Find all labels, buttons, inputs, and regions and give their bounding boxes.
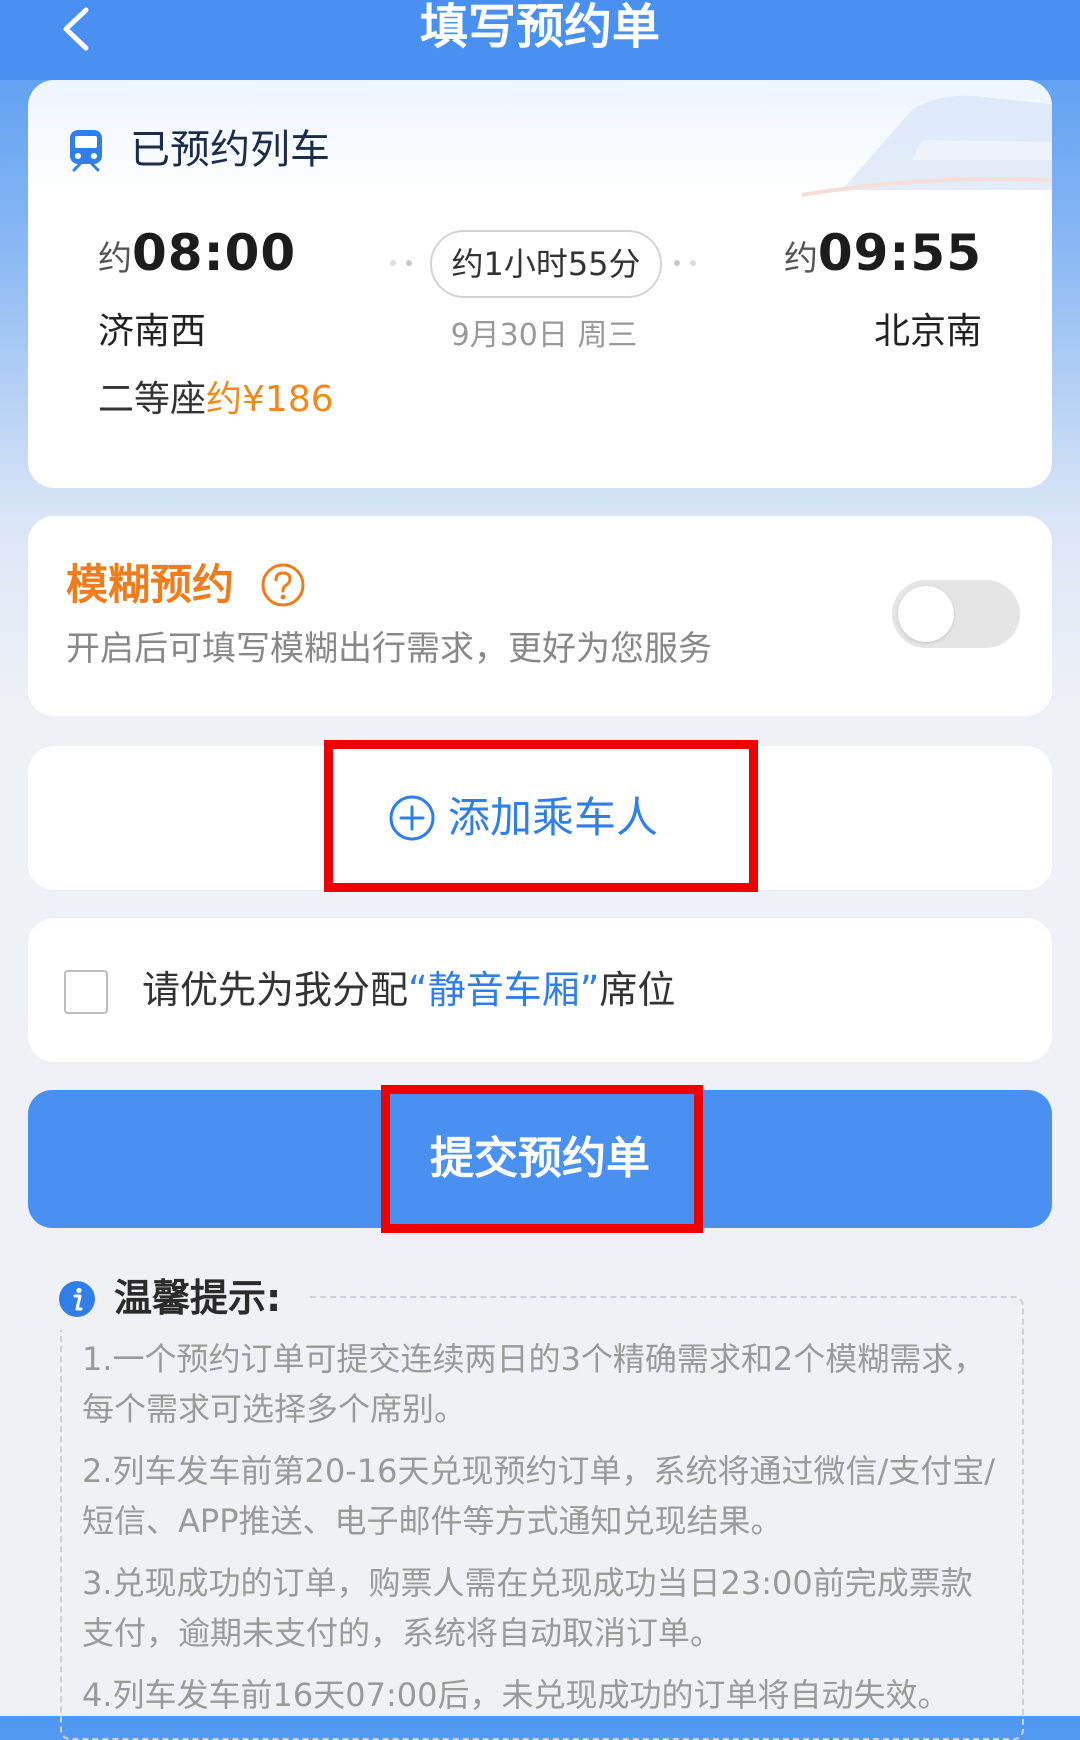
plus-circle-icon [389, 795, 435, 841]
fuzzy-booking-title: 模糊预约 [66, 560, 235, 609]
page-title: 填写预约单 [419, 0, 660, 55]
travel-date: 9月30日 周三 [450, 318, 638, 353]
add-passenger-button[interactable]: 添加乘车人 [388, 774, 708, 862]
booked-train-label: 已预约列车 [130, 127, 330, 173]
tip-item: 2.列车发车前第20-16天兑现预约订单，系统将通过微信/支付宝/短信、APP推… [82, 1452, 996, 1540]
quiet-car-label: 请优先为我分配“静音车厢”席位 [142, 968, 676, 1012]
quiet-car-card: 请优先为我分配“静音车厢”席位 [28, 918, 1052, 1062]
tip-item: 1.一个预约订单可提交连续两日的3个精确需求和2个模糊需求，每个需求可选择多个席… [82, 1340, 986, 1428]
duration-badge: 约1小时55分 [430, 230, 662, 298]
fuzzy-booking-description: 开启后可填写模糊出行需求，更好为您服务 [66, 629, 712, 669]
quiet-car-checkbox[interactable] [64, 970, 108, 1014]
question-circle-icon[interactable] [260, 562, 306, 608]
route-dots-right [668, 260, 708, 268]
tip-item: 4.列车发车前16天07:00后，未兑现成功的订单将自动失效。 [82, 1676, 950, 1714]
add-passenger-label: 添加乘车人 [448, 793, 659, 842]
submit-booking-button[interactable]: 提交预约单 [28, 1090, 1052, 1228]
submit-booking-label: 提交预约单 [430, 1133, 650, 1184]
route-dots-left [386, 260, 426, 268]
seat-price: 二等座约¥186 [98, 370, 334, 422]
tips-list: 1.一个预约订单可提交连续两日的3个精确需求和2个模糊需求，每个需求可选择多个席… [82, 1334, 1002, 1732]
departure-station: 济南西 [98, 311, 207, 352]
tip-item: 3.兑现成功的订单，购票人需在兑现成功当日23:00前完成票款支付，逾期未支付的… [82, 1564, 973, 1652]
fuzzy-booking-card: 模糊预约 开启后可填写模糊出行需求，更好为您服务 [28, 516, 1052, 716]
arrival-station: 北京南 [873, 311, 982, 352]
ticket-price: 约¥186 [206, 379, 334, 420]
tips-title: 温馨提示: [114, 1276, 282, 1320]
info-icon [59, 1281, 95, 1317]
train-illustration-icon [802, 95, 1052, 197]
train-icon [70, 130, 102, 172]
fuzzy-booking-toggle[interactable] [892, 580, 1020, 648]
trip-summary: 约08:00 济南西 约1小时55分 9月30日 周三 约09:55 北京南 二… [66, 202, 1014, 448]
booked-train-card: 已预约列车 约08:00 济南西 约1小时55分 9月30日 周三 约09:55… [28, 80, 1052, 488]
quiet-car-highlight: “静音车厢” [408, 968, 600, 1012]
passenger-card: 添加乘车人 [28, 746, 1052, 890]
top-bar: 填写预约单 [0, 0, 1080, 80]
arrival-time: 约09:55 [783, 224, 982, 282]
toggle-knob [898, 586, 954, 642]
departure-time: 约08:00 [98, 224, 297, 282]
seat-class: 二等座 [98, 379, 207, 420]
